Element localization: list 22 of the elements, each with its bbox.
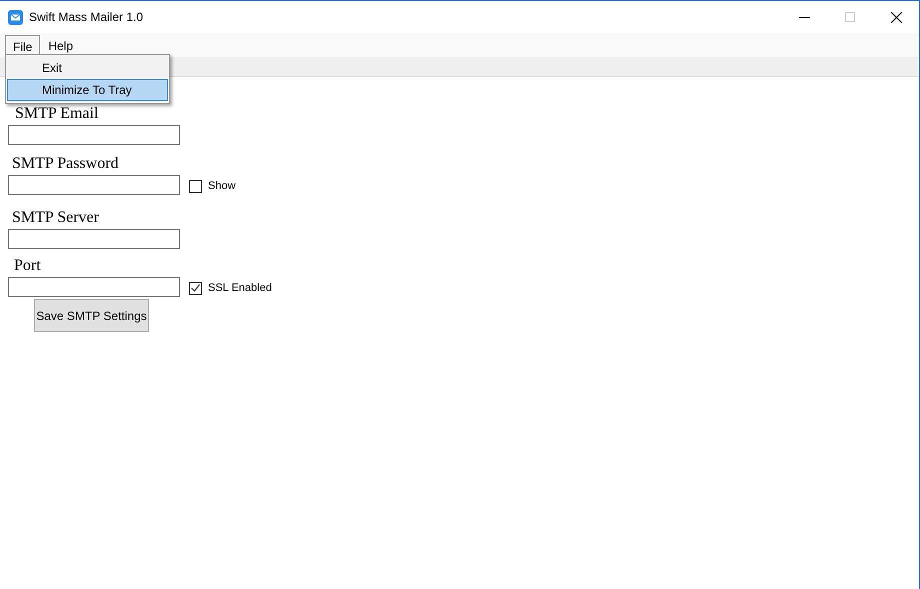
input-field[interactable] [8, 277, 180, 297]
input-field[interactable] [8, 175, 180, 195]
field-label: SMTP Server [11, 209, 100, 227]
checkbox[interactable]: SSL Enabled [189, 280, 272, 296]
minimize-icon [798, 16, 810, 18]
check-icon [191, 284, 200, 292]
checkbox-square[interactable] [189, 282, 202, 294]
field-label: Port [13, 257, 42, 275]
save-settings-button[interactable]: Save SMTP Settings [34, 299, 149, 332]
input-field[interactable] [8, 125, 180, 145]
field-label: SMTP Password [11, 155, 120, 173]
dropdown-menu-item[interactable]: Exit [7, 57, 168, 79]
dropdown-menu-item[interactable]: Minimize To Tray [7, 79, 168, 101]
window-title: Swift Mass Mailer 1.0 [29, 9, 144, 26]
envelope-icon [8, 10, 23, 24]
maximize-icon [845, 12, 855, 22]
checkbox-square[interactable] [189, 180, 202, 192]
input-field[interactable] [8, 229, 180, 249]
close-icon [890, 12, 902, 22]
menu-item[interactable]: Help [40, 35, 82, 57]
field-label: SMTP Email [14, 105, 100, 123]
checkbox[interactable]: Show [189, 178, 236, 194]
